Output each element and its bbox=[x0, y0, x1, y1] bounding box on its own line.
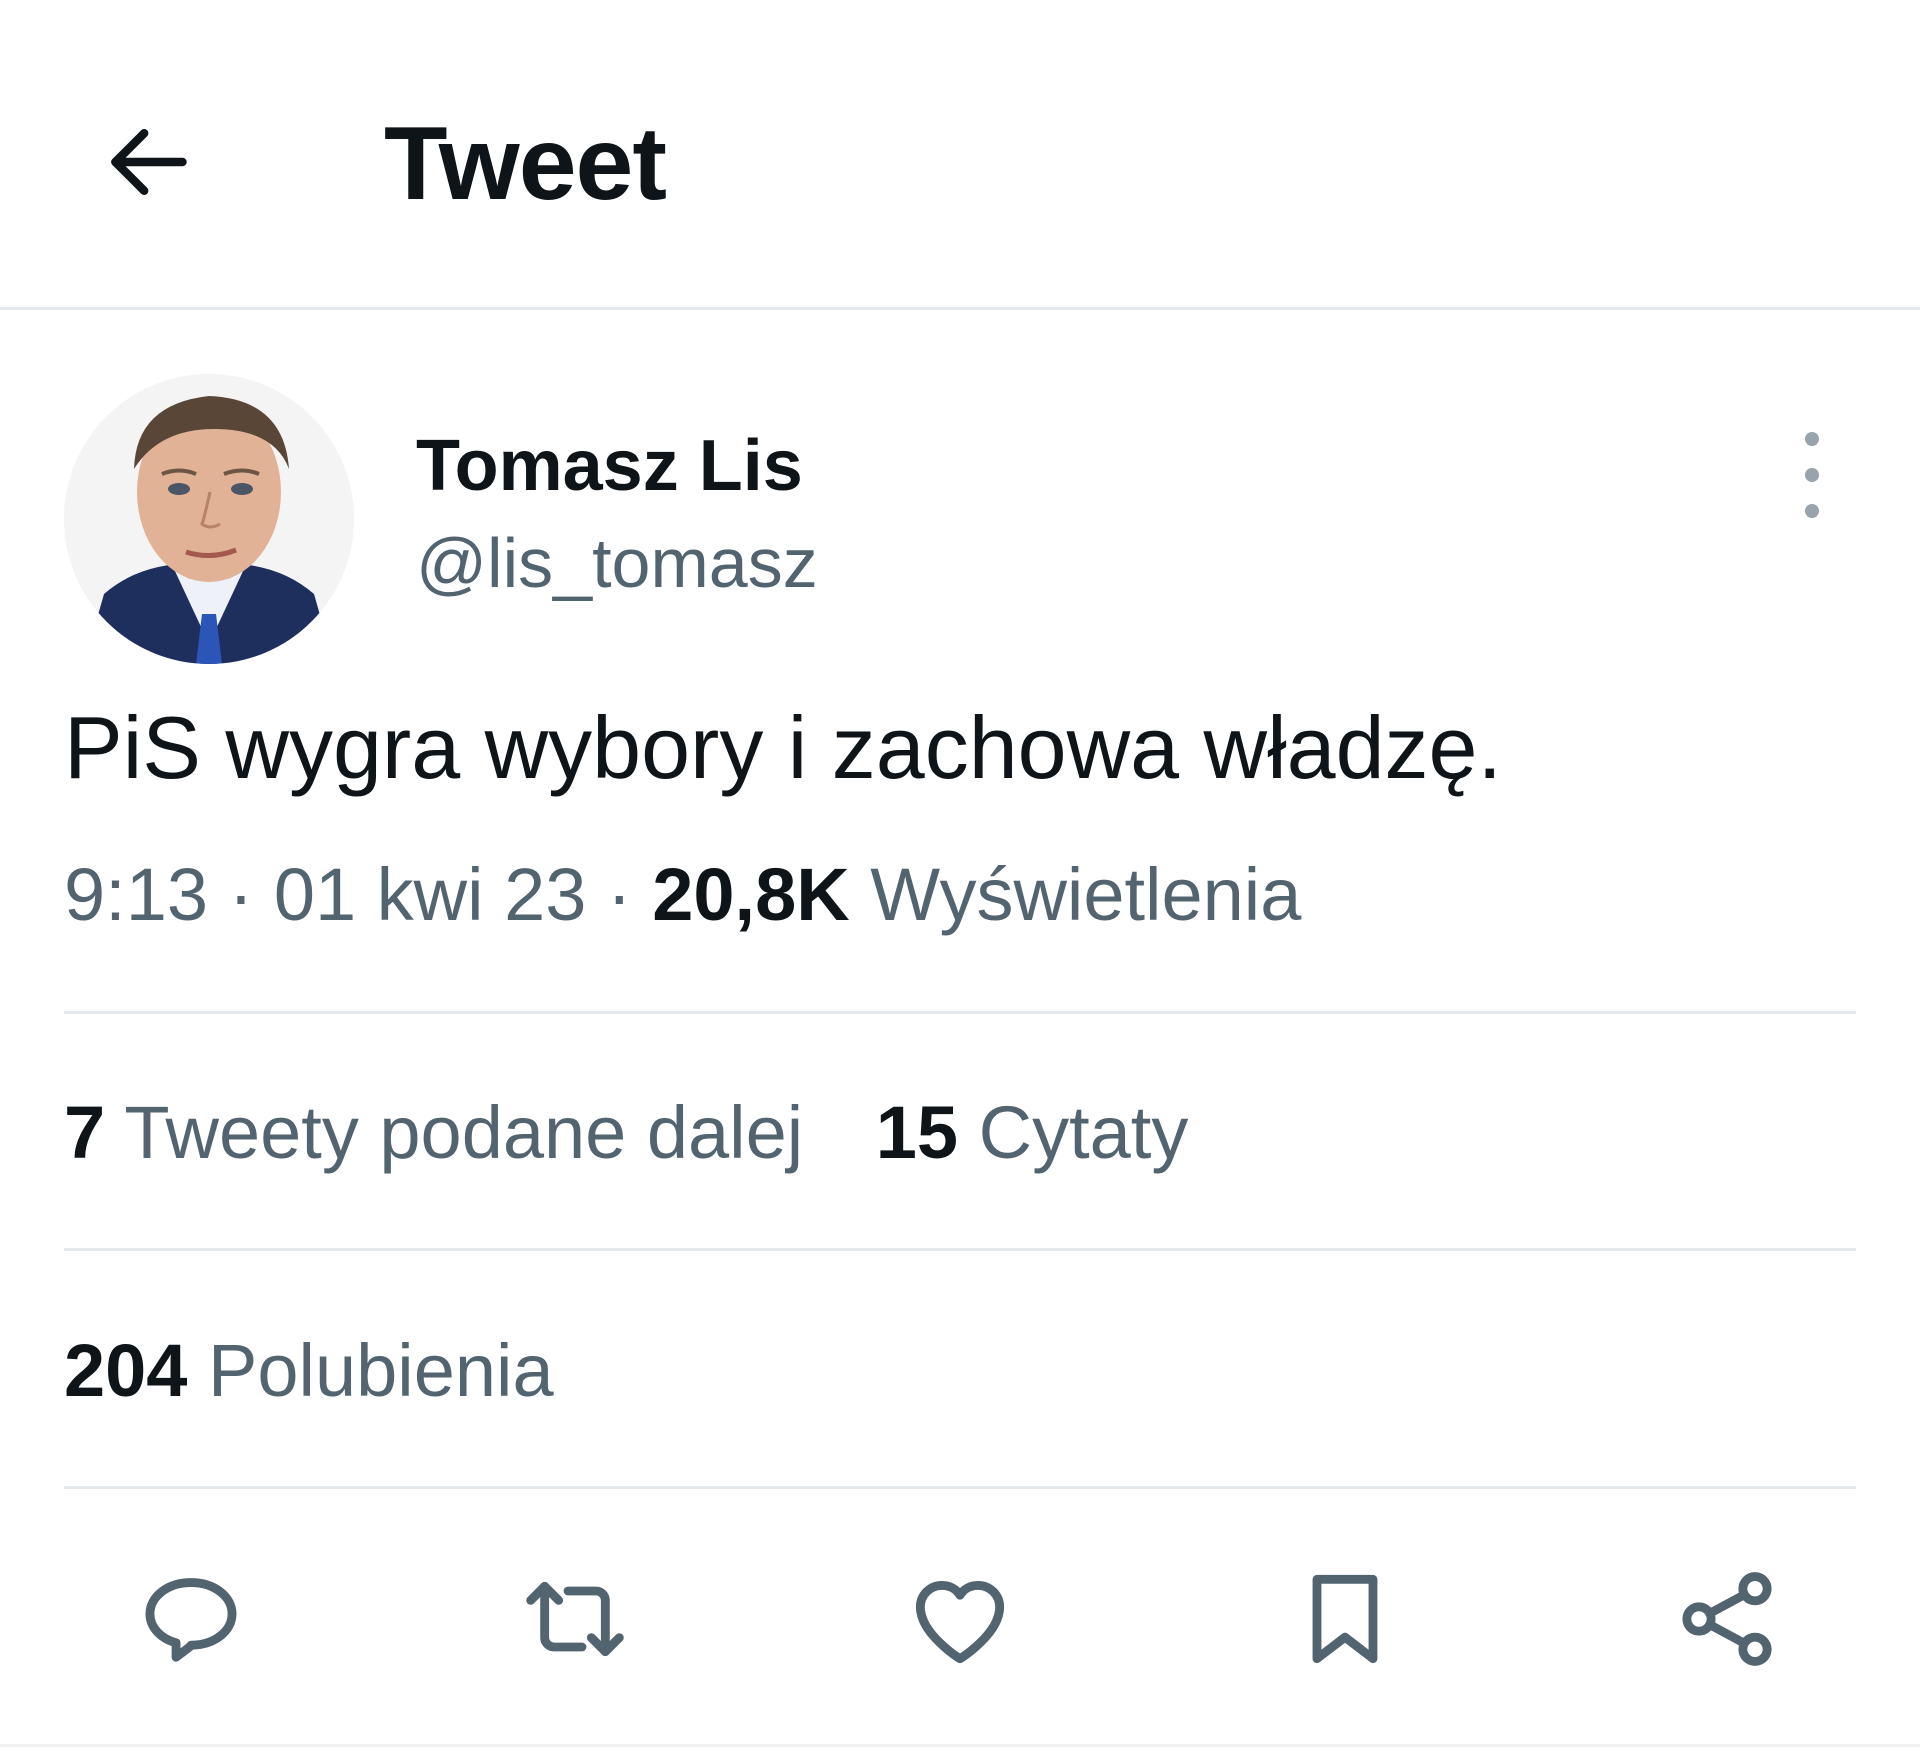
likes-stats-row: 204 Polubienia bbox=[64, 1334, 554, 1408]
reply-button[interactable] bbox=[126, 1554, 256, 1684]
retweets-stat[interactable]: 7 Tweety podane dalej bbox=[64, 1091, 824, 1174]
retweets-count: 7 bbox=[64, 1091, 106, 1174]
tweet-meta: 9:13 · 01 kwi 23 · 20,8K Wyświetlenia bbox=[64, 858, 1301, 932]
retweets-label: Tweety podane dalej bbox=[124, 1091, 804, 1174]
likes-label: Polubienia bbox=[208, 1329, 554, 1412]
quotes-count: 15 bbox=[875, 1091, 959, 1174]
divider bbox=[64, 1486, 1856, 1489]
share-icon bbox=[1682, 1572, 1772, 1666]
heart-icon bbox=[915, 1580, 1005, 1664]
back-button[interactable] bbox=[96, 110, 200, 214]
divider bbox=[64, 1248, 1856, 1251]
divider bbox=[64, 1011, 1856, 1014]
engagement-stats-row: 7 Tweety podane dalej 15 Cytaty bbox=[64, 1096, 1188, 1170]
bookmark-icon bbox=[1312, 1574, 1378, 1664]
arrow-left-icon bbox=[111, 129, 187, 195]
retweet-icon bbox=[526, 1581, 624, 1657]
share-button[interactable] bbox=[1662, 1554, 1792, 1684]
retweet-button[interactable] bbox=[510, 1554, 640, 1684]
more-vertical-icon-dot bbox=[1805, 432, 1819, 446]
page-title: Tweet bbox=[384, 106, 667, 222]
views-label: Wyświetlenia bbox=[870, 853, 1302, 936]
reply-icon bbox=[145, 1578, 237, 1662]
quotes-stat[interactable]: 15 Cytaty bbox=[876, 1091, 1189, 1174]
tweet-time[interactable]: 9:13 bbox=[64, 853, 208, 936]
tweet-action-bar bbox=[0, 1554, 1920, 1684]
more-vertical-icon-dot bbox=[1805, 504, 1819, 518]
divider bbox=[0, 1744, 1920, 1747]
meta-separator: · bbox=[228, 853, 254, 936]
more-options-button[interactable] bbox=[1782, 420, 1842, 530]
more-vertical-icon-dot bbox=[1805, 468, 1819, 482]
avatar-image bbox=[64, 374, 354, 664]
top-app-bar: Tweet bbox=[0, 0, 1920, 310]
likes-count: 204 bbox=[64, 1329, 188, 1412]
bookmark-button[interactable] bbox=[1280, 1554, 1410, 1684]
author-handle[interactable]: @lis_tomasz bbox=[416, 528, 818, 598]
views-count: 20,8K bbox=[652, 853, 850, 936]
author-display-name[interactable]: Tomasz Lis bbox=[416, 430, 803, 502]
avatar[interactable] bbox=[64, 374, 354, 664]
tweet-text: PiS wygra wybory i zachowa władzę. bbox=[64, 698, 1502, 797]
quotes-label: Cytaty bbox=[978, 1091, 1189, 1174]
tweet-date[interactable]: 01 kwi 23 bbox=[274, 853, 587, 936]
like-button[interactable] bbox=[895, 1554, 1025, 1684]
meta-separator: · bbox=[607, 853, 632, 936]
likes-stat[interactable]: 204 Polubienia bbox=[64, 1329, 554, 1412]
